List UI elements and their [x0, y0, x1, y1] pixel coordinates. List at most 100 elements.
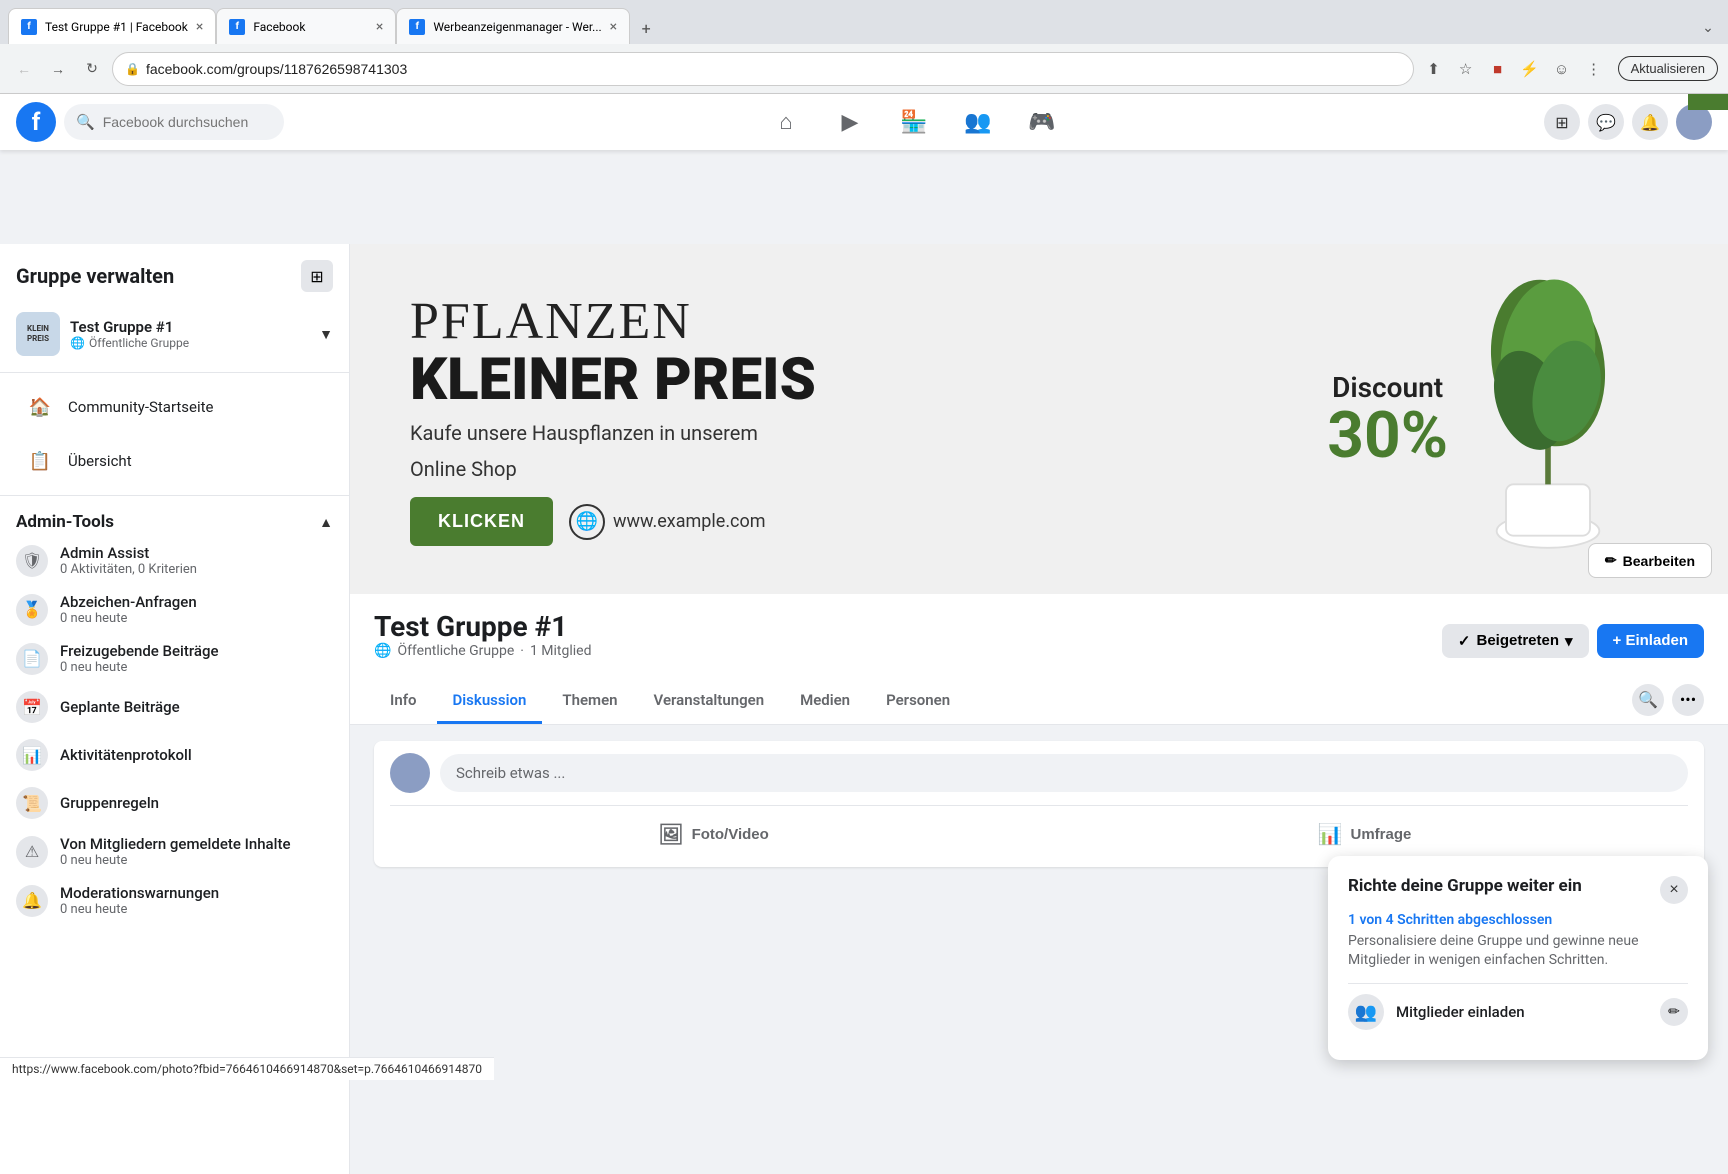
discount-pct: 30%	[1327, 404, 1448, 468]
klicken-button[interactable]: KLICKEN	[410, 497, 553, 546]
sidebar-admin-icon[interactable]: ⊞	[301, 260, 333, 292]
tab-close-3[interactable]: ×	[610, 19, 617, 35]
nav-groups[interactable]: 👥	[950, 98, 1006, 146]
sidebar-freigabe[interactable]: 📄 Freizugebende Beiträge 0 neu heute	[0, 634, 349, 683]
menu-icon[interactable]: ⋮	[1580, 55, 1608, 83]
beigetreten-button[interactable]: ✓ Beigetreten ▾	[1442, 624, 1589, 658]
tab-close-1[interactable]: ×	[196, 19, 203, 35]
admin-assist-icon: 🛡	[16, 545, 48, 577]
gemeldete-info: Von Mitgliedern gemeldete Inhalte 0 neu …	[60, 835, 333, 868]
abzeichen-info: Abzeichen-Anfragen 0 neu heute	[60, 593, 333, 626]
aktivitaet-icon: 📊	[16, 739, 48, 771]
umfrage-button[interactable]: 📊 Umfrage	[1041, 814, 1688, 855]
umfrage-label: Umfrage	[1351, 826, 1412, 843]
group-name-text: Test Gruppe #1	[374, 610, 591, 643]
moderations-count: 0 neu heute	[60, 902, 333, 917]
setup-item-mitglieder: 👥 Mitglieder einladen ✏	[1348, 983, 1688, 1040]
overview-label: Übersicht	[68, 452, 132, 470]
setup-header: Richte deine Gruppe weiter ein ×	[1348, 876, 1688, 904]
profile-icon[interactable]: ☺	[1548, 55, 1576, 83]
gemeldete-label: Von Mitgliedern gemeldete Inhalte	[60, 835, 333, 853]
extension-red-icon[interactable]: ■	[1484, 55, 1512, 83]
search-bar[interactable]: 🔍	[64, 104, 284, 140]
tab-themen[interactable]: Themen	[546, 679, 633, 724]
sidebar-gemeldete[interactable]: ⚠ Von Mitgliedern gemeldete Inhalte 0 ne…	[0, 827, 349, 876]
post-input[interactable]: Schreib etwas ...	[440, 754, 1688, 792]
umfrage-icon: 📊	[1318, 822, 1343, 847]
facebook-logo[interactable]: f	[16, 102, 56, 142]
forward-button[interactable]: →	[44, 55, 72, 83]
new-tab-button[interactable]: +	[630, 12, 662, 44]
foto-icon: 🖼	[658, 822, 683, 847]
aktualisieren-button[interactable]: Aktualisieren	[1618, 56, 1718, 81]
fb-nav-icons: ⌂ ▶ 🏪 👥 🎮	[292, 98, 1536, 146]
tab-close-2[interactable]: ×	[376, 19, 383, 35]
more-tab-icon[interactable]: •••	[1672, 684, 1704, 716]
overview-nav-icon: 📋	[24, 445, 56, 477]
edit-label: Bearbeiten	[1623, 553, 1695, 569]
bookmark-icon[interactable]: ☆	[1452, 55, 1480, 83]
sidebar-abzeichen[interactable]: 🏅 Abzeichen-Anfragen 0 neu heute	[0, 585, 349, 634]
cover-btn-row: KLICKEN 🌐 www.example.com	[410, 497, 1287, 546]
search-input[interactable]	[103, 114, 272, 130]
gruppenregeln-icon: 📜	[16, 787, 48, 819]
back-button[interactable]: ←	[10, 55, 38, 83]
extensions-icon[interactable]: ⚡	[1516, 55, 1544, 83]
sidebar-admin-assist[interactable]: 🛡 Admin Assist 0 Aktivitäten, 0 Kriterie…	[0, 536, 349, 585]
setup-edit-button[interactable]: ✏	[1660, 998, 1688, 1026]
sidebar-moderations[interactable]: 🔔 Moderationswarnungen 0 neu heute	[0, 876, 349, 925]
gemeldete-icon: ⚠	[16, 836, 48, 868]
group-title-row: Test Gruppe #1 🌐 Öffentliche Gruppe · 1 …	[374, 610, 1704, 671]
chevron-down-icon: ▾	[1565, 632, 1573, 650]
einladen-button[interactable]: + Einladen	[1597, 624, 1704, 658]
tab-2[interactable]: f Facebook ×	[216, 8, 396, 44]
freigabe-info: Freizugebende Beiträge 0 neu heute	[60, 642, 333, 675]
nav-home[interactable]: ⌂	[758, 98, 814, 146]
setup-close-button[interactable]: ×	[1660, 876, 1688, 904]
globe-group-icon: 🌐	[374, 643, 391, 659]
sidebar-group-item[interactable]: KLEINPREIS Test Gruppe #1 🌐 Öffentliche …	[0, 304, 349, 364]
address-bar[interactable]: 🔒	[112, 52, 1414, 86]
freigabe-icon: 📄	[16, 643, 48, 675]
cover-website: 🌐 www.example.com	[569, 504, 766, 540]
tab-title-3: Werbeanzeigenmanager - Wer...	[433, 20, 601, 34]
search-tab-icon[interactable]: 🔍	[1632, 684, 1664, 716]
nav-video[interactable]: ▶	[822, 98, 878, 146]
admin-tools-toggle[interactable]: ▲	[319, 514, 333, 531]
tab-info[interactable]: Info	[374, 679, 433, 724]
nav-gaming[interactable]: 🎮	[1014, 98, 1070, 146]
green-badge	[1688, 94, 1728, 110]
sidebar-geplante[interactable]: 📅 Geplante Beiträge	[0, 683, 349, 731]
sidebar-title: Gruppe verwalten	[16, 264, 174, 288]
browser-chrome: f Test Gruppe #1 | Facebook × f Facebook…	[0, 0, 1728, 94]
freigabe-label: Freizugebende Beiträge	[60, 642, 333, 660]
tab-diskussion[interactable]: Diskussion	[437, 679, 543, 724]
aktivitaet-info: Aktivitätenprotokoll	[60, 746, 333, 764]
cover-edit-button[interactable]: ✏ Bearbeiten	[1588, 543, 1712, 578]
sidebar-group-name: Test Gruppe #1	[70, 318, 309, 336]
cover-subtitle: KLEINER PREIS	[410, 351, 1287, 409]
sidebar-aktivitaet[interactable]: 📊 Aktivitätenprotokoll	[0, 731, 349, 779]
grid-icon[interactable]: ⊞	[1544, 104, 1580, 140]
sidebar-nav-community[interactable]: 🏠 Community-Startseite	[8, 381, 341, 433]
tab-medien[interactable]: Medien	[784, 679, 866, 724]
share-icon[interactable]: ⬆	[1420, 55, 1448, 83]
cover-image: PFLANZEN KLEINER PREIS Kaufe unsere Haus…	[350, 244, 1728, 594]
tab-dropdown[interactable]: ⌄	[1696, 12, 1720, 44]
sidebar-dropdown-chevron[interactable]: ▼	[319, 326, 333, 343]
tab-3[interactable]: f Werbeanzeigenmanager - Wer... ×	[396, 8, 630, 44]
sidebar-nav-overview[interactable]: 📋 Übersicht	[8, 435, 341, 487]
nav-marketplace[interactable]: 🏪	[886, 98, 942, 146]
address-input[interactable]	[146, 61, 1401, 77]
tab-veranstaltungen[interactable]: Veranstaltungen	[638, 679, 781, 724]
sidebar-gruppenregeln[interactable]: 📜 Gruppenregeln	[0, 779, 349, 827]
home-nav-icon: 🏠	[24, 391, 56, 423]
group-title: Test Gruppe #1 🌐 Öffentliche Gruppe · 1 …	[374, 610, 591, 671]
status-bar: https://www.facebook.com/photo?fbid=7664…	[0, 1057, 494, 1080]
reload-button[interactable]: ↻	[78, 55, 106, 83]
foto-video-button[interactable]: 🖼 Foto/Video	[390, 814, 1037, 855]
tab-1[interactable]: f Test Gruppe #1 | Facebook ×	[8, 8, 216, 44]
tab-personen[interactable]: Personen	[870, 679, 966, 724]
notifications-icon[interactable]: 🔔	[1632, 104, 1668, 140]
messenger-icon[interactable]: 💬	[1588, 104, 1624, 140]
